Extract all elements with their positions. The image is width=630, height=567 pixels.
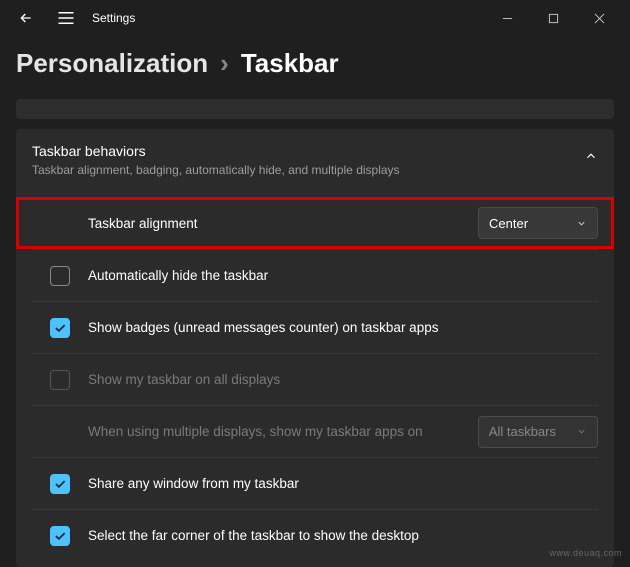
taskbar-alignment-dropdown[interactable]: Center — [478, 207, 598, 239]
far-corner-checkbox[interactable] — [50, 526, 70, 546]
badges-checkbox[interactable] — [50, 318, 70, 338]
breadcrumb-parent[interactable]: Personalization — [16, 48, 208, 79]
titlebar: Settings — [0, 0, 630, 36]
panel-title: Taskbar behaviors — [32, 143, 400, 159]
row-taskbar-alignment: Taskbar alignment Center — [32, 197, 598, 249]
row-badges: Show badges (unread messages counter) on… — [32, 301, 598, 353]
close-button[interactable] — [576, 0, 622, 36]
chevron-right-icon: › — [220, 48, 229, 79]
chevron-up-icon — [584, 149, 598, 168]
menu-button[interactable] — [48, 0, 84, 36]
far-corner-label: Select the far corner of the taskbar to … — [88, 528, 598, 543]
all-displays-checkbox — [50, 370, 70, 390]
breadcrumb-current: Taskbar — [241, 48, 339, 79]
multi-display-dropdown: All taskbars — [478, 416, 598, 448]
chevron-down-icon — [576, 426, 587, 437]
taskbar-alignment-label: Taskbar alignment — [88, 216, 478, 231]
back-button[interactable] — [8, 0, 44, 36]
multi-display-label: When using multiple displays, show my ta… — [88, 424, 478, 439]
maximize-button[interactable] — [530, 0, 576, 36]
minimize-button[interactable] — [484, 0, 530, 36]
window-title: Settings — [92, 11, 135, 25]
autohide-checkbox[interactable] — [50, 266, 70, 286]
row-far-corner: Select the far corner of the taskbar to … — [32, 509, 598, 561]
breadcrumb: Personalization › Taskbar — [16, 48, 614, 79]
row-share-any: Share any window from my taskbar — [32, 457, 598, 509]
dropdown-value: All taskbars — [489, 424, 556, 439]
chevron-down-icon — [576, 218, 587, 229]
watermark: www.deuaq.com — [549, 548, 622, 558]
collapsed-section-stub[interactable] — [16, 99, 614, 119]
panel-header[interactable]: Taskbar behaviors Taskbar alignment, bad… — [32, 143, 598, 191]
panel-subtitle: Taskbar alignment, badging, automaticall… — [32, 163, 400, 177]
row-all-displays: Show my taskbar on all displays — [32, 353, 598, 405]
share-any-label: Share any window from my taskbar — [88, 476, 598, 491]
badges-label: Show badges (unread messages counter) on… — [88, 320, 598, 335]
taskbar-behaviors-panel: Taskbar behaviors Taskbar alignment, bad… — [16, 129, 614, 567]
all-displays-label: Show my taskbar on all displays — [88, 372, 598, 387]
row-multi-display: When using multiple displays, show my ta… — [32, 405, 598, 457]
share-any-checkbox[interactable] — [50, 474, 70, 494]
autohide-label: Automatically hide the taskbar — [88, 268, 598, 283]
row-autohide: Automatically hide the taskbar — [32, 249, 598, 301]
dropdown-value: Center — [489, 216, 528, 231]
